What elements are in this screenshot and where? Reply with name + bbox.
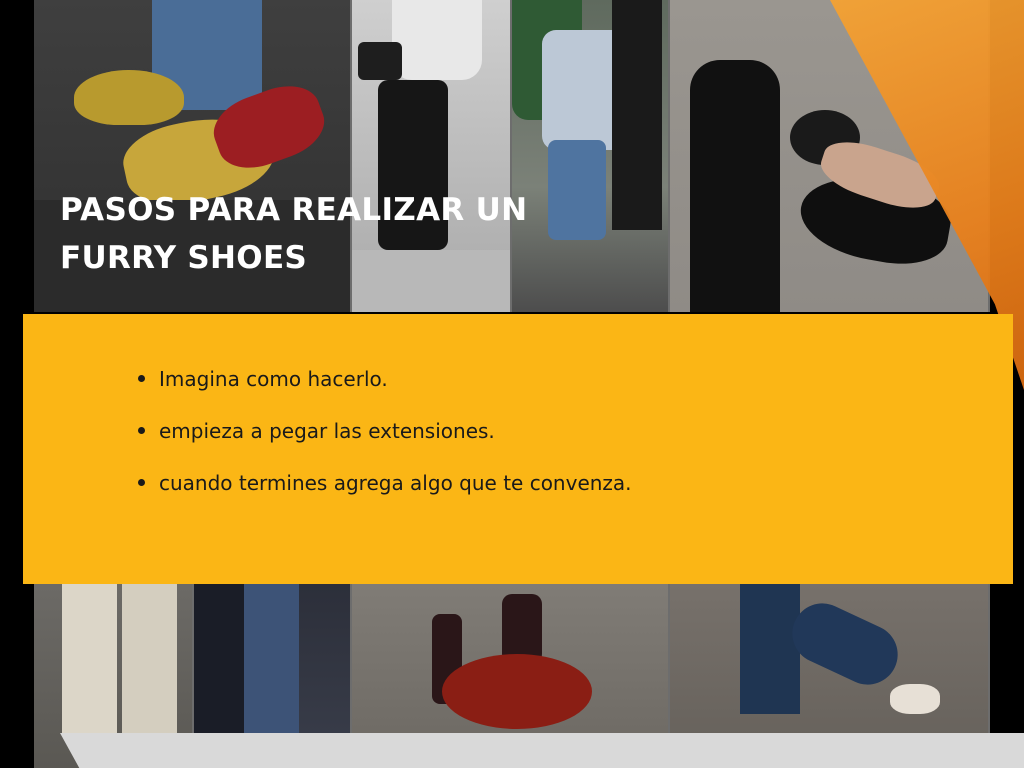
bullet-icon: [138, 375, 145, 382]
bullet-icon: [138, 479, 145, 486]
list-item: empieza a pegar las extensiones.: [135, 416, 632, 468]
list-item-text: Imagina como hacerlo.: [159, 367, 388, 391]
list-item-text: cuando termines agrega algo que te conve…: [159, 471, 632, 495]
footer-bar: [60, 733, 1024, 768]
bullet-icon: [138, 427, 145, 434]
list-item: Imagina como hacerlo.: [135, 364, 632, 416]
content-panel: Imagina como hacerlo. empieza a pegar la…: [23, 314, 1013, 584]
list-item: cuando termines agrega algo que te conve…: [135, 468, 632, 520]
slide-title: PASOS PARA REALIZAR UN FURRY SHOES: [60, 192, 528, 276]
list-item-text: empieza a pegar las extensiones.: [159, 419, 495, 443]
photo-green-jacket: [512, 0, 670, 312]
steps-list: Imagina como hacerlo. empieza a pegar la…: [135, 364, 632, 520]
